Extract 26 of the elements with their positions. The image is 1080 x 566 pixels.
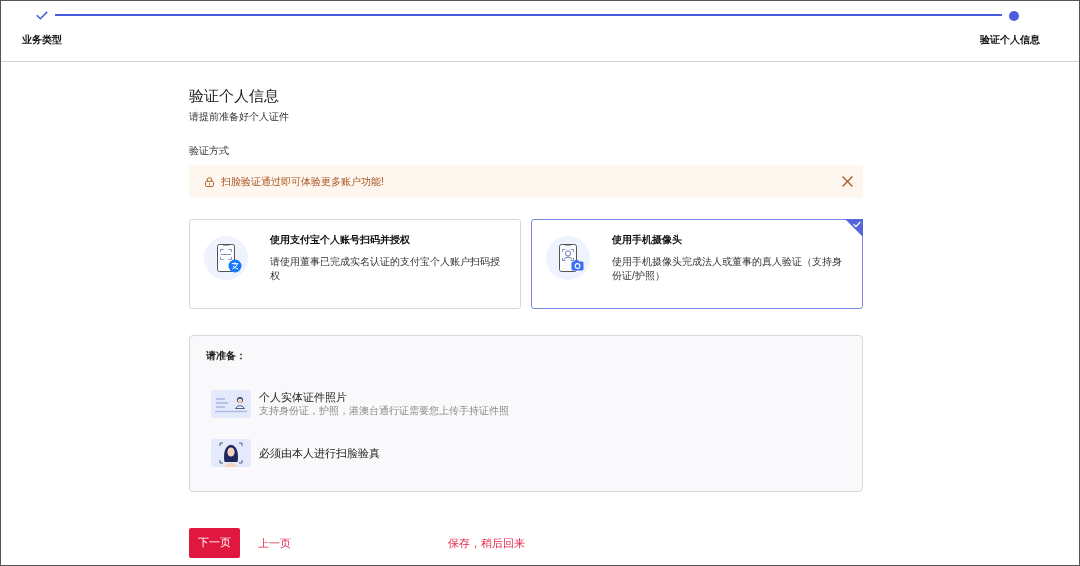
lock-icon [205, 176, 214, 187]
alert-message: 扫脸验证通过即可体验更多账户功能! [221, 174, 385, 189]
requirement-description: 支持身份证，护照，港澳台通行证需要您上传手持证件照 [259, 404, 509, 418]
close-icon[interactable] [842, 176, 853, 187]
verification-option-card[interactable]: 使用手机摄像头 使用手机摄像头完成法人或董事的真人验证（支持身份证/护照） [531, 219, 863, 309]
requirement-title: 必须由本人进行扫脸验真 [259, 446, 380, 460]
next-page-button[interactable]: 下一页 [189, 528, 240, 558]
option-title: 使用手机摄像头 [612, 233, 683, 247]
id-card-icon [211, 390, 251, 418]
person-silhouette-icon [211, 439, 251, 467]
option-description: 请使用董事已完成实名认证的支付宝个人账户扫码授权 [270, 255, 501, 283]
requirement-title: 个人实体证件照片 [259, 390, 348, 404]
option-description: 使用手机摄像头完成法人或董事的真人验证（支持身份证/护照） [612, 255, 843, 283]
step-label: 验证个人信息 [980, 33, 1040, 47]
verification-option-card[interactable]: 使用支付宝个人账号扫码并授权 请使用董事已完成实名认证的支付宝个人账户扫码授权 [189, 219, 521, 309]
option-title: 使用支付宝个人账号扫码并授权 [270, 233, 411, 247]
page-title: 验证个人信息 [189, 86, 280, 106]
previous-page-link[interactable]: 上一页 [258, 536, 291, 550]
section-label: 验证方式 [189, 144, 230, 158]
page-subtitle: 请提前准备好个人证件 [189, 110, 290, 124]
selected-check-icon [845, 219, 863, 237]
prepare-heading: 请准备： [206, 349, 246, 363]
step-label: 业务类型 [22, 33, 62, 47]
phone-scan-icon [204, 236, 248, 280]
save-later-link[interactable]: 保存，稍后回来 [448, 536, 525, 550]
phone-camera-icon [546, 236, 590, 280]
